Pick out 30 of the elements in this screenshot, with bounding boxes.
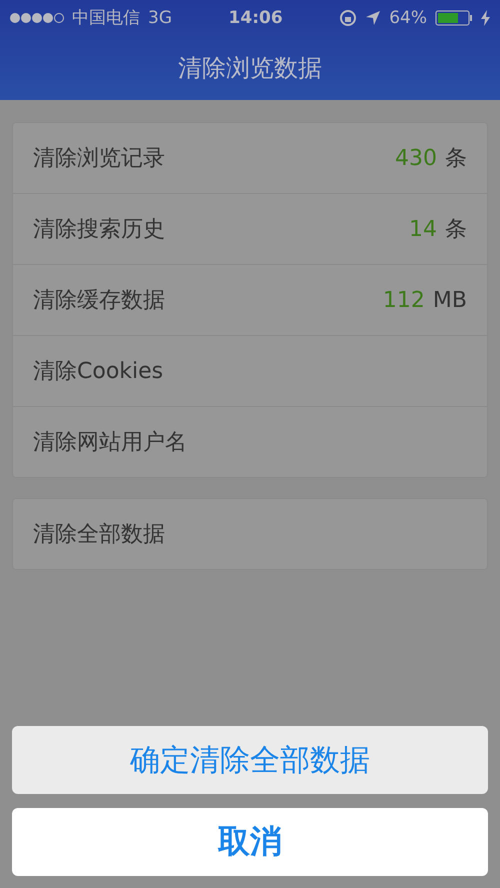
charging-bolt-icon [480,10,490,26]
row-label: 清除全部数据 [33,521,165,549]
settings-row[interactable]: 清除浏览记录 430 条 [13,123,487,193]
row-label: 清除网站用户名 [33,429,187,457]
cancel-button[interactable]: 取消 [12,808,488,876]
row-unit: 条 [445,216,467,244]
settings-row[interactable]: 清除缓存数据 112 MB [13,264,487,335]
row-label: 清除搜索历史 [33,216,165,244]
row-unit: MB [432,288,467,312]
row-count: 430 [395,146,437,170]
signal-icon [10,12,64,24]
settings-row[interactable]: 清除网站用户名 [13,406,487,477]
row-unit: 条 [445,145,467,173]
row-label: 清除浏览记录 [33,145,165,173]
confirm-button[interactable]: 确定清除全部数据 [12,726,488,794]
clock: 14:06 [228,8,283,28]
row-count: 112 [382,288,425,312]
battery-percent: 64% [389,8,427,28]
page-title: 清除浏览数据 [178,52,322,84]
battery-icon [434,10,473,26]
carrier-name: 中国电信 [72,7,140,29]
settings-row[interactable]: 清除全部数据 [13,499,487,569]
row-label: 清除Cookies [33,358,164,386]
row-count: 14 [409,216,437,242]
row-label: 清除缓存数据 [33,287,165,315]
rotation-lock-icon [339,8,358,26]
location-arrow-icon [365,10,382,26]
settings-row[interactable]: 清除Cookies [13,335,487,406]
settings-row[interactable]: 清除搜索历史 14 条 [13,193,487,264]
network-type: 3G [148,8,172,28]
